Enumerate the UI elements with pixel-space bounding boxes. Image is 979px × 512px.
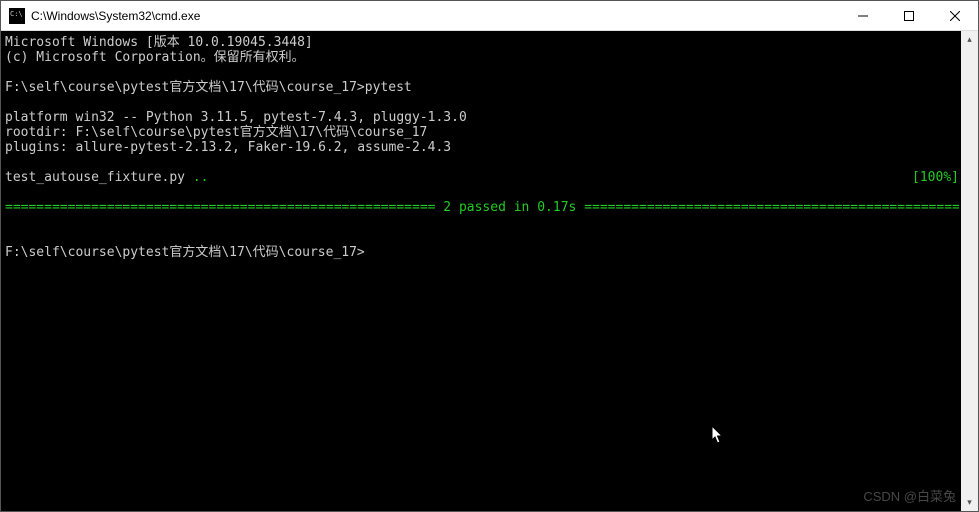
vertical-scrollbar[interactable]: ▴ ▾ bbox=[961, 31, 978, 511]
cmd-window: C:\Windows\System32\cmd.exe Microsoft Wi… bbox=[0, 0, 979, 512]
cmd-icon bbox=[9, 8, 25, 24]
minimize-button[interactable] bbox=[840, 1, 886, 31]
line-plugins: plugins: allure-pytest-2.13.2, Faker-19.… bbox=[5, 140, 451, 155]
terminal-output[interactable]: Microsoft Windows [版本 10.0.19045.3448] (… bbox=[1, 31, 961, 511]
maximize-button[interactable] bbox=[886, 1, 932, 31]
summary-separator: ========================================… bbox=[5, 200, 959, 215]
test-file: test_autouse_fixture.py bbox=[5, 170, 193, 185]
test-percent: [100%] bbox=[912, 170, 959, 185]
close-button[interactable] bbox=[932, 1, 978, 31]
line-platform: platform win32 -- Python 3.11.5, pytest-… bbox=[5, 110, 467, 125]
prompt-2: F:\self\course\pytest官方文档\17\代码\course_1… bbox=[5, 245, 365, 260]
summary-text: 2 passed in 0.17s bbox=[435, 200, 584, 215]
titlebar[interactable]: C:\Windows\System32\cmd.exe bbox=[1, 1, 978, 31]
line-rootdir: rootdir: F:\self\course\pytest官方文档\17\代码… bbox=[5, 125, 427, 140]
test-result-row: test_autouse_fixture.py .. [100%] bbox=[5, 170, 959, 185]
terminal-area: Microsoft Windows [版本 10.0.19045.3448] (… bbox=[1, 31, 978, 511]
test-pass-dots: .. bbox=[193, 170, 209, 185]
line-version: Microsoft Windows [版本 10.0.19045.3448] bbox=[5, 35, 313, 50]
watermark-text: CSDN @白菜兔 bbox=[863, 486, 956, 505]
window-title: C:\Windows\System32\cmd.exe bbox=[31, 9, 200, 23]
scroll-down-arrow[interactable]: ▾ bbox=[961, 494, 978, 511]
scroll-up-arrow[interactable]: ▴ bbox=[961, 31, 978, 48]
prompt-1: F:\self\course\pytest官方文档\17\代码\course_1… bbox=[5, 80, 412, 95]
line-copyright: (c) Microsoft Corporation。保留所有权利。 bbox=[5, 50, 305, 65]
